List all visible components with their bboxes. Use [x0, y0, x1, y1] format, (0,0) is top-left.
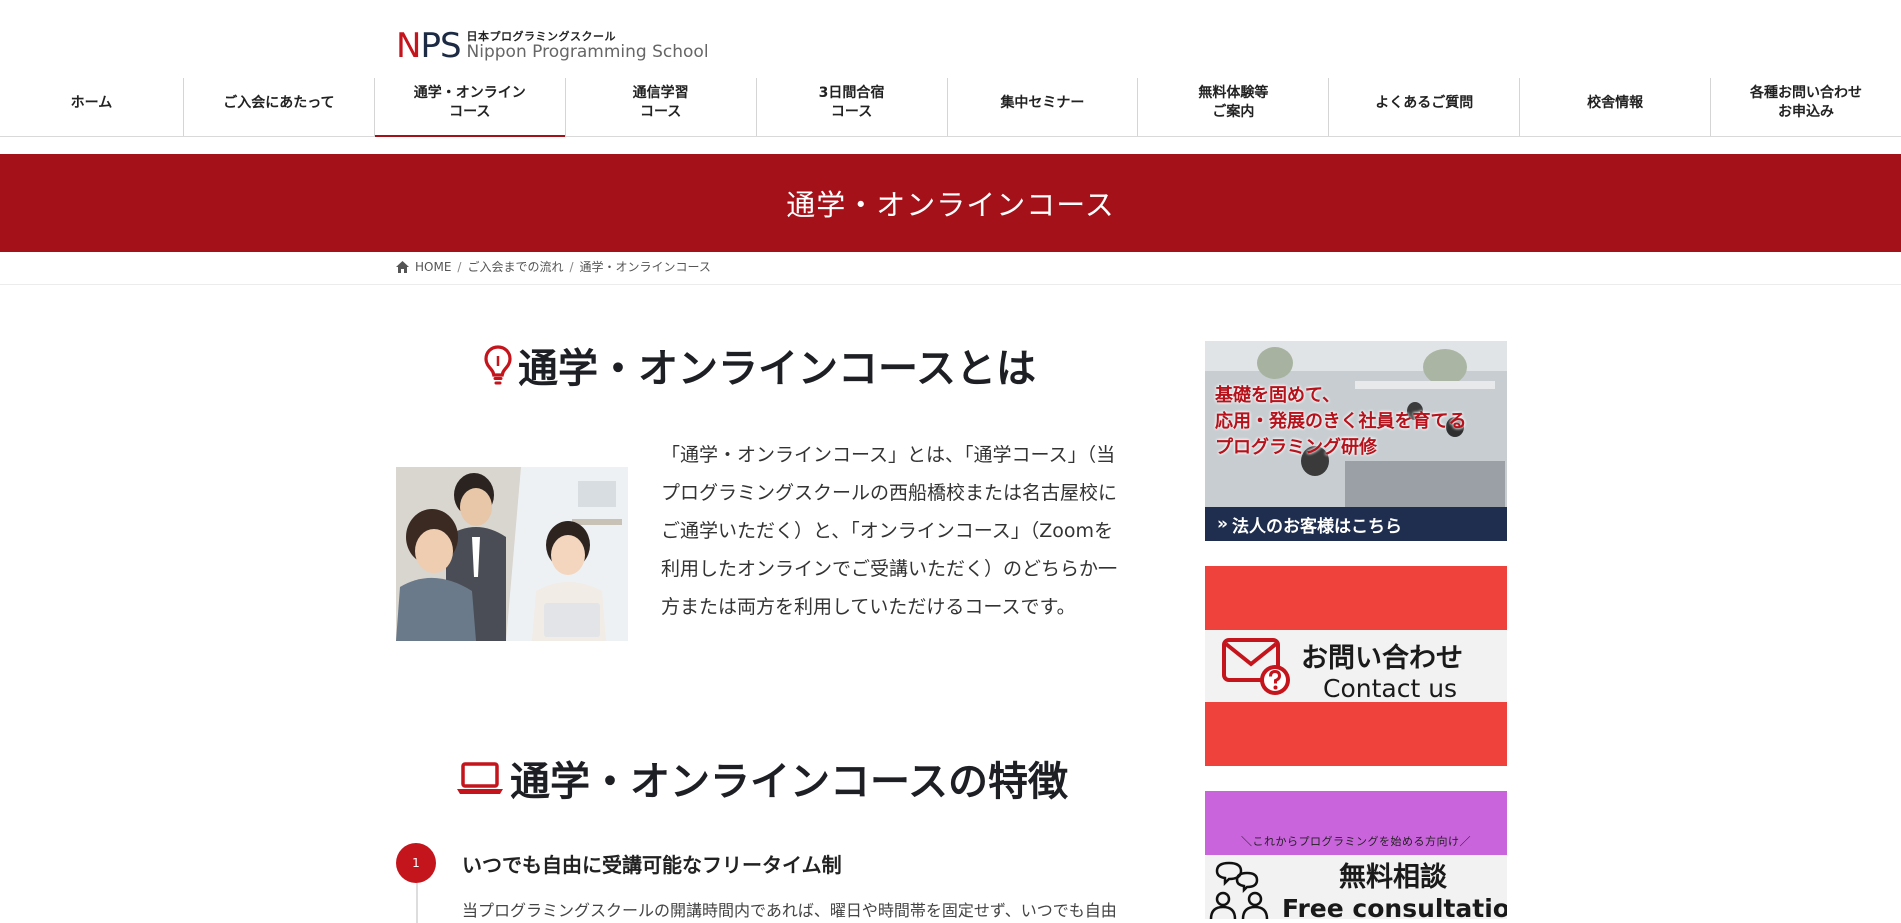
logo-name-en: Nippon Programming School [466, 42, 709, 62]
feature-number-badge: 1 [396, 843, 436, 883]
feature-timeline-line [416, 883, 418, 923]
section-heading-features: 通学・オンラインコースの特徴 [456, 749, 1068, 807]
nav-item-seminar[interactable]: 集中セミナー [946, 78, 1138, 136]
contact-banner-body: お問い合わせ Contact us [1205, 630, 1507, 703]
logo-text: 日本プログラミングスクール Nippon Programming School [467, 31, 709, 61]
corporate-line-3: プログラミング研修 [1215, 437, 1377, 458]
nav-item-correspondence-course[interactable]: 通信学習 コース [564, 78, 756, 136]
corporate-line-1: 基礎を固めて、 [1215, 385, 1341, 406]
section-heading-about: 通学・オンラインコースとは [484, 336, 1036, 394]
feature-text: 当プログラミングスクールの開講時間内であれば、曜日や時間帯を固定せず、いつでも自… [462, 901, 1117, 920]
corporate-banner-footer: » 法人のお客様はこちら [1205, 507, 1507, 541]
nav-item-joining[interactable]: ご入会にあたって [182, 78, 374, 136]
breadcrumb-separator: / [569, 259, 574, 274]
breadcrumb-home[interactable]: HOME [415, 260, 451, 274]
lightbulb-icon [484, 344, 512, 386]
nav-item-faq[interactable]: よくあるご質問 [1328, 78, 1519, 136]
consultation-people-icon [1207, 859, 1279, 919]
breadcrumb-current: 通学・オンラインコース [579, 260, 711, 274]
nav-item-home[interactable]: ホーム [0, 78, 183, 136]
corporate-training-banner[interactable]: 基礎を固めて、 応用・発展のきく社員を育てる プログラミング研修 » 法人のお客… [1205, 341, 1507, 541]
home-icon[interactable] [396, 260, 409, 273]
logo-mark-n: N [396, 26, 421, 66]
laptop-icon [456, 760, 504, 796]
nav-item-label: 無料体験等 ご案内 [1198, 85, 1269, 120]
free-consultation-subtitle: ＼これからプログラミングを始める方向け／ [1241, 835, 1471, 848]
logo-name-jp: 日本プログラミングスクール [466, 30, 617, 43]
contact-title-jp: お問い合わせ [1301, 643, 1463, 674]
nav-item-label: 集中セミナー [1000, 94, 1085, 111]
intro-paragraph: 「通学・オンラインコース」とは、「通学コース」（当プログラミングスクールの西船橋… [661, 444, 1118, 618]
site-logo[interactable]: NPS 日本プログラミングスクール Nippon Programming Sch… [396, 26, 709, 66]
feature-title: いつでも自由に受講可能なフリータイム制 [462, 853, 842, 877]
breadcrumb-separator: / [457, 259, 462, 274]
nav-item-label: 通学・オンライン コース [413, 85, 526, 120]
page-title-band: 通学・オンラインコース [0, 154, 1901, 252]
nav-item-label: 校舎情報 [1587, 94, 1644, 111]
logo-mark-ps: PS [420, 26, 461, 66]
global-nav: ホーム ご入会にあたって 通学・オンライン コース 通信学習 コース 3日間合宿… [0, 78, 1901, 137]
breadcrumb: HOME / ご入会までの流れ / 通学・オンラインコース [396, 258, 711, 275]
free-consultation-banner[interactable]: ＼これからプログラミングを始める方向け／ 無料相談 Free consultat… [1205, 791, 1507, 919]
corporate-line-2: 応用・発展のきく社員を育てる [1215, 411, 1467, 432]
nav-item-label: 各種お問い合わせ お申込み [1750, 85, 1862, 120]
nav-item-label: 3日間合宿 コース [818, 85, 885, 120]
contact-title-en: Contact us [1323, 674, 1458, 703]
nav-item-contact[interactable]: 各種お問い合わせ お申込み [1710, 78, 1901, 136]
free-consultation-title-en: Free consultation [1282, 894, 1507, 919]
page-title: 通学・オンラインコース [786, 188, 1115, 222]
free-consultation-title-jp: 無料相談 [1339, 862, 1447, 893]
logo-mark: NPS [396, 26, 462, 66]
corporate-footer-label: 法人のお客様はこちら [1231, 516, 1402, 537]
contact-banner[interactable]: お問い合わせ Contact us [1205, 566, 1507, 766]
nav-item-label: よくあるご質問 [1375, 94, 1474, 111]
nav-item-campus[interactable]: 校舎情報 [1519, 78, 1710, 136]
students-photo [396, 467, 628, 641]
nav-item-camp-course[interactable]: 3日間合宿 コース [755, 78, 947, 136]
corporate-banner-text: 基礎を固めて、 応用・発展のきく社員を育てる プログラミング研修 [1215, 383, 1466, 461]
breadcrumb-step[interactable]: ご入会までの流れ [467, 258, 563, 275]
nav-item-label: ホーム [70, 94, 113, 111]
nav-item-online-course[interactable]: 通学・オンライン コース [373, 78, 565, 137]
mail-question-icon [1221, 634, 1295, 698]
nav-item-label: 通信学習 コース [632, 85, 689, 120]
section-heading-text: 通学・オンラインコースとは [518, 346, 1036, 392]
nav-item-free-trial[interactable]: 無料体験等 ご案内 [1137, 78, 1328, 136]
breadcrumb-divider [0, 284, 1901, 285]
section-heading-text: 通学・オンラインコースの特徴 [510, 759, 1068, 805]
nav-item-label: ご入会にあたって [223, 94, 335, 111]
double-chevron-right-icon: » [1217, 514, 1228, 534]
